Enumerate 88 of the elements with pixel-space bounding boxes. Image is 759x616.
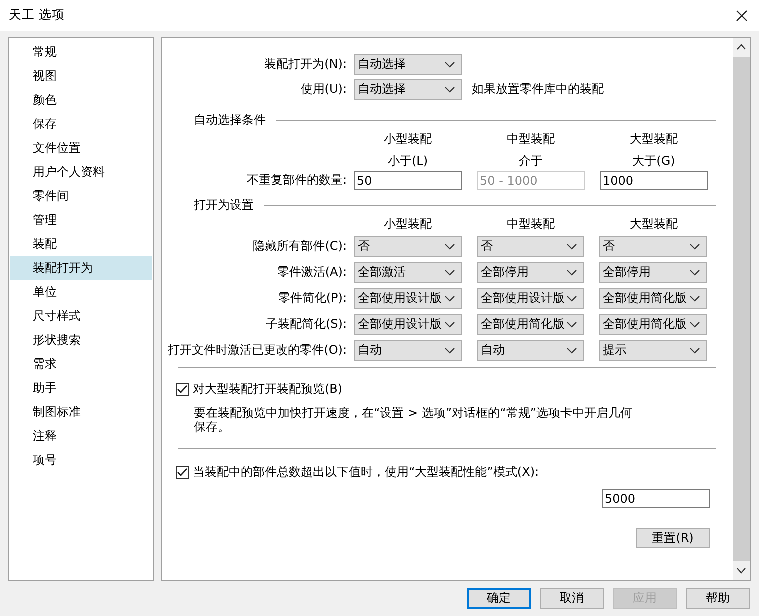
chevron-down-icon [690,244,700,250]
field-label: 不重复部件的数量: [246,172,347,189]
input-field[interactable]: 1000 [600,171,708,190]
chevron-down-icon [567,244,577,250]
chevron-down-icon [445,348,455,354]
sidebar-item[interactable]: 用户个人资料 [10,160,152,184]
column-heading: 小型装配 [384,216,432,233]
dropdown[interactable]: 否 [354,236,462,257]
dropdown[interactable]: 全部使用简化版 [599,314,707,335]
sidebar-item[interactable]: 视图 [10,64,152,88]
field-label: 装配打开为(N): [264,56,347,73]
sidebar-item[interactable]: 需求 [10,352,152,376]
dialog-button[interactable]: 取消 [540,588,604,609]
section-title: 自动选择条件 [194,112,266,128]
field-label: 零件简化(P): [277,290,347,307]
field-note: 如果放置零件库中的装配 [472,81,604,98]
field-label: 使用(U): [300,81,347,98]
sidebar-item[interactable]: 文件位置 [10,136,152,160]
sidebar-item[interactable]: 尺寸样式 [10,304,152,328]
chevron-down-icon [445,270,455,276]
sidebar-item[interactable]: 单位 [10,280,152,304]
column-heading: 中型装配 [507,130,555,148]
dropdown[interactable]: 全部使用简化版 [599,288,707,309]
checkbox-label: 对大型装配打开装配预览(B) [193,381,343,398]
field-label: 子装配简化(S): [264,316,347,333]
field-label: 隐藏所有部件(C): [252,238,347,255]
input-field[interactable]: 5000 [602,489,710,508]
sidebar-item[interactable]: 装配打开为 [10,256,152,280]
dropdown[interactable]: 全部激活 [354,262,462,283]
sidebar-item[interactable]: 注释 [10,424,152,448]
column-subheading: 大于(G) [632,152,676,170]
section-title: 打开为设置 [194,196,254,214]
chevron-down-icon [445,86,455,92]
chevron-down-icon [690,296,700,302]
dropdown[interactable]: 自动选择 [354,54,462,75]
chevron-down-icon [445,296,455,302]
field-label: 零件激活(A): [276,264,347,281]
chevron-down-icon [690,270,700,276]
dropdown[interactable]: 全部使用设计版 [477,288,584,309]
sidebar-item[interactable]: 颜色 [10,88,152,112]
window-title: 天工 选项 [9,7,65,24]
column-heading: 小型装配 [384,130,432,148]
sidebar-item[interactable]: 形状搜索 [10,328,152,352]
checkbox[interactable] [176,466,189,479]
chevron-down-icon [690,322,700,328]
dropdown[interactable]: 全部使用简化版 [477,314,584,335]
dropdown[interactable]: 否 [477,236,584,257]
checkbox-label: 当装配中的部件总数超出以下值时，使用“大型装配性能”模式(X): [193,464,540,481]
dialog-button[interactable]: 确定 [467,588,531,609]
help-text: 要在装配预览中加快打开速度，在“设置 > 选项”对话框的“常规”选项卡中开启几何保存。 [194,406,634,434]
dialog-button[interactable]: 帮助 [686,588,750,609]
close-icon[interactable] [736,10,748,22]
dropdown[interactable]: 全部停用 [477,262,584,283]
column-heading: 大型装配 [630,216,678,233]
column-heading: 大型装配 [630,130,678,148]
sidebar-item[interactable]: 管理 [10,208,152,232]
chevron-down-icon [567,270,577,276]
chevron-up-icon[interactable] [737,44,746,50]
sidebar-item[interactable]: 制图标准 [10,400,152,424]
dropdown[interactable]: 提示 [599,340,707,361]
chevron-down-icon [690,348,700,354]
sidebar-item[interactable]: 项号 [10,448,152,472]
sidebar-item[interactable]: 零件间 [10,184,152,208]
field-label: 打开文件时激活已更改的零件(O): [167,342,347,359]
chevron-down-icon [445,322,455,328]
sidebar-item[interactable]: 装配 [10,232,152,256]
sidebar-item[interactable]: 常规 [10,40,152,64]
sidebar-item[interactable]: 保存 [10,112,152,136]
chevron-down-icon [567,296,577,302]
dropdown[interactable]: 全部停用 [599,262,707,283]
input-field[interactable]: 50 [354,171,462,190]
chevron-down-icon [445,244,455,250]
chevron-down-icon [567,348,577,354]
dropdown[interactable]: 自动 [354,340,462,361]
checkbox[interactable] [176,383,189,396]
chevron-down-icon[interactable] [737,568,746,574]
dropdown[interactable]: 自动选择 [354,79,462,100]
column-subheading: 介于 [519,152,543,170]
sidebar-item[interactable]: 助手 [10,376,152,400]
dropdown[interactable]: 自动 [477,340,584,361]
chevron-down-icon [567,322,577,328]
chevron-down-icon [445,62,455,68]
dropdown[interactable]: 全部使用设计版 [354,314,462,335]
reset-button[interactable]: 重置(R) [636,528,710,548]
column-subheading: 小于(L) [388,152,428,170]
dropdown[interactable]: 全部使用设计版 [354,288,462,309]
dropdown[interactable]: 否 [599,236,707,257]
column-heading: 中型装配 [507,216,555,233]
